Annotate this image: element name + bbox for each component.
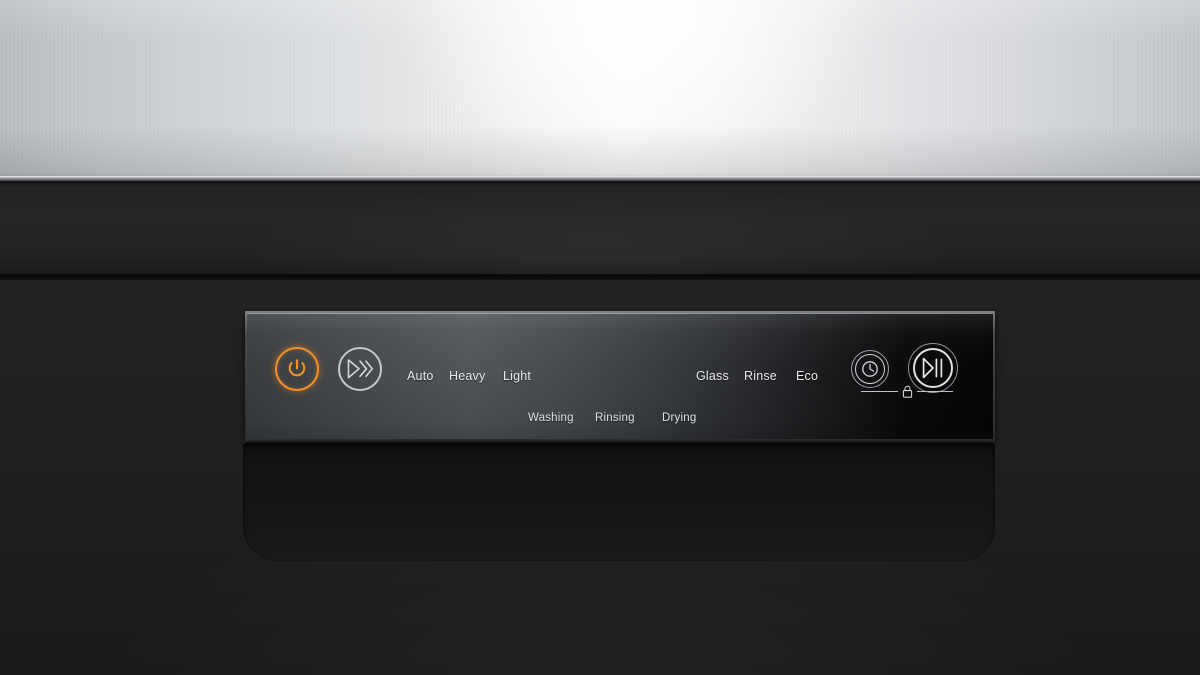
program-label-rinse[interactable]: Rinse xyxy=(744,369,777,383)
child-lock-line-right xyxy=(916,390,953,392)
stainless-steel-front xyxy=(0,0,1200,180)
express-button[interactable] xyxy=(338,347,382,391)
child-lock-control[interactable] xyxy=(861,382,953,400)
steel-shading xyxy=(0,0,1200,180)
program-label-light[interactable]: Light xyxy=(503,369,531,383)
child-lock-line-left xyxy=(861,390,898,392)
door-handle-recess[interactable] xyxy=(243,443,995,561)
fast-forward-icon xyxy=(347,359,373,379)
power-button[interactable] xyxy=(275,347,319,391)
status-indicator-washing: Washing xyxy=(528,412,574,424)
dishwasher-front: Auto Heavy Light Glass Rinse Eco Washing… xyxy=(0,0,1200,675)
program-label-glass[interactable]: Glass xyxy=(696,369,729,383)
power-icon xyxy=(288,359,306,377)
status-indicator-rinsing: Rinsing xyxy=(595,412,635,424)
program-label-auto[interactable]: Auto xyxy=(407,369,434,383)
play-pause-icon xyxy=(922,357,943,379)
program-label-heavy[interactable]: Heavy xyxy=(449,369,485,383)
panel-top-highlight xyxy=(247,313,993,314)
program-label-eco[interactable]: Eco xyxy=(796,369,818,383)
door-upper-band-sheen xyxy=(0,181,1200,277)
status-indicator-drying: Drying xyxy=(662,412,697,424)
lock-icon xyxy=(902,385,912,398)
clock-icon xyxy=(862,361,878,377)
